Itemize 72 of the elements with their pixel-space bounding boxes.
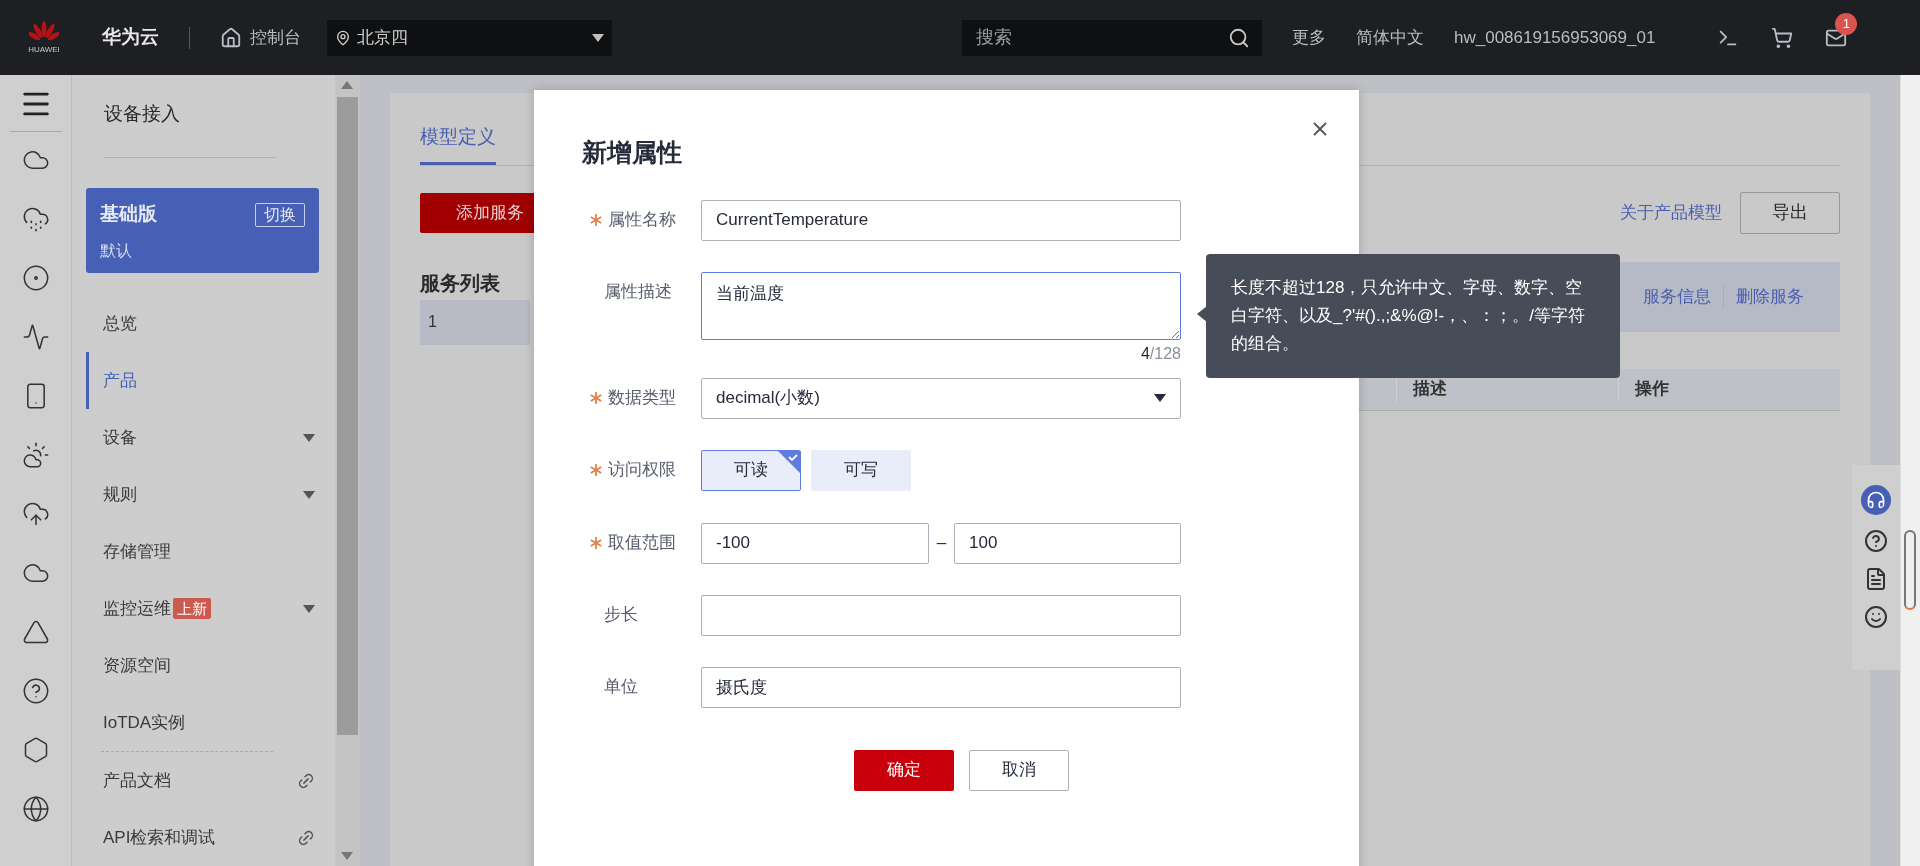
sidebar-item[interactable]: 资源空间	[86, 637, 319, 694]
console-link[interactable]: 控制台	[220, 24, 301, 51]
switch-button[interactable]: 切换	[255, 202, 305, 227]
field-label: 取值范围	[608, 532, 676, 555]
home-icon	[220, 26, 242, 49]
scroll-up-icon[interactable]	[341, 81, 353, 89]
brand-name: 华为云	[102, 25, 159, 50]
help-icon[interactable]	[1864, 529, 1888, 553]
field-label: 单位	[604, 676, 638, 699]
globe-icon[interactable]	[21, 795, 50, 823]
character-counter: 4/128	[1140, 343, 1181, 364]
check-corner-icon	[778, 450, 800, 473]
text-field[interactable]	[701, 594, 1181, 636]
header-link[interactable]: 更多	[1292, 24, 1326, 51]
scroll-down-icon[interactable]	[341, 852, 353, 860]
notification-badge: 1	[1835, 12, 1858, 35]
field-label: 属性描述	[604, 281, 672, 304]
scrollbar-thumb[interactable]	[337, 97, 358, 735]
about-model-link[interactable]: 关于产品模型	[1620, 199, 1722, 226]
data-type-select[interactable]: decimal(小数)	[701, 377, 1181, 419]
flower-logo-icon	[29, 21, 59, 43]
search-icon	[1228, 26, 1250, 49]
wave-icon[interactable]	[21, 323, 50, 351]
headset-icon[interactable]	[1861, 485, 1891, 515]
sidebar-item[interactable]: 产品	[86, 352, 319, 409]
sidebar-item[interactable]: 规则	[86, 466, 319, 523]
tooltip: 长度不超过128，只允许中文、字母、数字、空白字符、以及_?'#().,;&%@!-，、：；。/等字符的组合。	[1206, 254, 1620, 378]
row-number: 1	[420, 299, 530, 345]
text-field[interactable]: CurrentTemperature	[701, 199, 1181, 241]
permission-toggle[interactable]: 可读	[701, 449, 801, 491]
field-label: 数据类型	[608, 387, 676, 410]
sidebar-item[interactable]: 监控运维 上新	[86, 580, 319, 637]
edition-name: 基础版	[100, 202, 157, 227]
document-icon[interactable]	[1864, 567, 1888, 591]
caret-icon	[303, 433, 315, 442]
smile-icon[interactable]	[1864, 605, 1888, 629]
range-separator: –	[935, 532, 948, 555]
export-button[interactable]: 导出	[1740, 191, 1840, 234]
scrollbar-thumb[interactable]	[1904, 530, 1916, 610]
logo-text: HUAWEI	[28, 46, 60, 54]
caret-icon	[303, 604, 315, 613]
search-field[interactable]: 搜索	[962, 19, 1262, 56]
max-value-field[interactable]: 100	[954, 522, 1181, 564]
location-pin-icon	[335, 29, 351, 46]
region-select[interactable]: 北京四	[327, 19, 612, 56]
min-value-field[interactable]: -100	[701, 522, 929, 564]
caret-icon	[592, 33, 604, 42]
cancel-button[interactable]: 取消	[969, 749, 1069, 791]
text-field[interactable]: 摄氏度	[701, 666, 1181, 708]
permission-toggle[interactable]: 可写	[811, 449, 911, 491]
sidebar-item[interactable]: 存储管理	[86, 523, 319, 580]
user-name[interactable]: hw_008619156953069_01	[1454, 24, 1656, 51]
header-link[interactable]: 简体中文	[1356, 24, 1424, 51]
description-field[interactable]: 当前温度	[701, 271, 1181, 340]
field-label: 步长	[604, 604, 638, 627]
cart-icon[interactable]	[1771, 26, 1794, 49]
sidebar-item[interactable]: 产品文档	[86, 752, 319, 809]
caret-icon	[303, 490, 315, 499]
sidebar-item[interactable]: 设备	[86, 409, 319, 466]
sidebar-title: 设备接入	[104, 102, 181, 126]
cloud-upload-icon[interactable]	[21, 500, 50, 528]
sidebar-item[interactable]: 总览	[86, 295, 319, 352]
confirm-button[interactable]: 确定	[854, 749, 954, 791]
sidebar-item[interactable]: API检索和调试	[86, 809, 319, 866]
field-label: 访问权限	[608, 459, 676, 482]
dialog-title: 新增属性	[582, 137, 683, 168]
tab[interactable]: 模型定义	[420, 123, 496, 165]
caret-icon	[1154, 394, 1166, 402]
field-label: 属性名称	[608, 209, 676, 232]
edition-subtitle: 默认	[100, 240, 133, 261]
new-badge: 上新	[173, 598, 211, 619]
sidebar-item[interactable]: IoTDA实例	[86, 694, 319, 751]
